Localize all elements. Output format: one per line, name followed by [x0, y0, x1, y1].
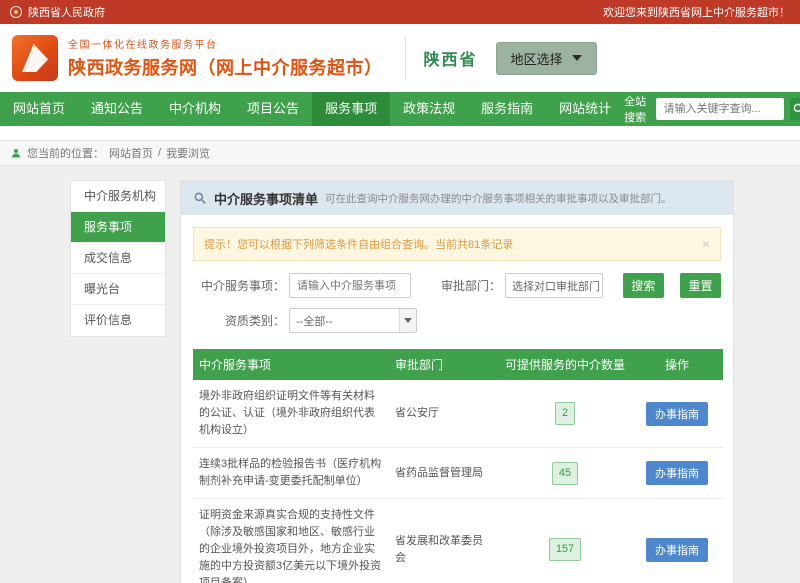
- reset-button[interactable]: 重置: [680, 273, 721, 298]
- guide-button[interactable]: 办事指南: [646, 461, 708, 485]
- search-icon: [792, 102, 800, 116]
- sidebar-item-deals[interactable]: 成交信息: [71, 243, 165, 274]
- main-nav: 网站首页 通知公告 中介机构 项目公告 服务事项 政策法规 服务指南 网站统计 …: [0, 92, 800, 126]
- sidebar-item-agencies[interactable]: 中介服务机构: [71, 181, 165, 212]
- nav-item-stats[interactable]: 网站统计: [546, 92, 624, 126]
- panel-title: 中介服务事项清单: [214, 189, 318, 208]
- service-list-panel: 中介服务事项清单 可在此查询中介服务网办理的中介服务事项相关的审批事项以及审批部…: [180, 180, 734, 583]
- welcome-text: 欢迎您来到陕西省网上中介服务超市！: [603, 4, 790, 20]
- sidebar: 中介服务机构 服务事项 成交信息 曝光台 评价信息: [70, 180, 166, 337]
- gov-portal-link[interactable]: 陕西省人民政府: [10, 4, 105, 20]
- filter-row-2: 资质类别： --全部--: [193, 308, 721, 333]
- breadcrumb-separator: /: [158, 147, 161, 159]
- sidebar-item-reviews[interactable]: 评价信息: [71, 305, 165, 336]
- count-badge: 157: [549, 538, 581, 561]
- region-select-button[interactable]: 地区选择: [496, 42, 597, 75]
- chevron-down-icon: [572, 55, 582, 61]
- category-label: 资质类别：: [193, 312, 285, 329]
- panel-header: 中介服务事项清单 可在此查询中介服务网办理的中介服务事项相关的审批事项以及审批部…: [181, 181, 733, 215]
- filter-form: 中介服务事项： 审批部门： 选择对口审批部门 搜索 重置 资质类别： --全部-…: [181, 273, 733, 345]
- department-cell: 省药品监督管理局: [389, 448, 499, 499]
- guide-button[interactable]: 办事指南: [646, 538, 708, 562]
- breadcrumb-current: 我要浏览: [166, 145, 210, 161]
- department-cell: 省发展和改革委员会: [389, 499, 499, 583]
- site-header: 全国一体化在线政务服务平台 陕西政务服务网（网上中介服务超市） 陕西省 地区选择: [0, 24, 800, 92]
- region-select-label: 地区选择: [511, 49, 563, 68]
- site-title: 陕西政务服务网（网上中介服务超市）: [68, 54, 383, 80]
- column-header-count: 可提供服务的中介数量: [499, 349, 631, 380]
- site-search-label: 全站搜索: [624, 93, 649, 125]
- notice-bar: 提示！您可以根据下列筛选条件自由组合查询。当前共81条记录 ×: [193, 227, 721, 261]
- service-item-cell: 证明资金来源真实合规的支持性文件（除涉及敏感国家和地区、敏感行业的企业境外投资项…: [193, 499, 389, 583]
- notice-text: 提示！您可以根据下列筛选条件自由组合查询。当前共81条记录: [204, 236, 513, 252]
- site-search-input[interactable]: [656, 98, 784, 120]
- category-select-value: --全部--: [290, 313, 339, 329]
- department-label: 审批部门：: [425, 277, 501, 294]
- count-badge: 2: [555, 402, 575, 425]
- user-location-icon: [10, 147, 22, 159]
- column-header-department: 审批部门: [389, 349, 499, 380]
- service-item-cell: 境外非政府组织证明文件等有关材料的公证、认证（境外非政府组织代表机构设立）: [193, 380, 389, 448]
- chevron-down-icon: [404, 318, 412, 323]
- breadcrumb: 您当前的位置： 网站首页 / 我要浏览: [0, 140, 800, 166]
- site-logo: [12, 35, 58, 81]
- table-row: 境外非政府组织证明文件等有关材料的公证、认证（境外非政府组织代表机构设立） 省公…: [193, 380, 723, 448]
- breadcrumb-prefix: 您当前的位置：: [27, 145, 104, 161]
- department-select[interactable]: 选择对口审批部门: [505, 273, 603, 298]
- sidebar-item-exposure[interactable]: 曝光台: [71, 274, 165, 305]
- service-item-input[interactable]: [289, 273, 411, 298]
- search-button[interactable]: 搜索: [623, 273, 664, 298]
- column-header-action: 操作: [631, 349, 723, 380]
- breadcrumb-home-link[interactable]: 网站首页: [109, 145, 153, 161]
- sidebar-item-services[interactable]: 服务事项: [71, 212, 165, 243]
- column-header-item: 中介服务事项: [193, 349, 389, 380]
- nav-item-home[interactable]: 网站首页: [0, 92, 78, 126]
- topbar: 陕西省人民政府 欢迎您来到陕西省网上中介服务超市！: [0, 0, 800, 24]
- nav-item-services[interactable]: 服务事项: [312, 92, 390, 126]
- nav-item-guide[interactable]: 服务指南: [468, 92, 546, 126]
- select-arrow-box: [399, 309, 416, 332]
- nav-item-agencies[interactable]: 中介机构: [156, 92, 234, 126]
- brand-block: 全国一体化在线政务服务平台 陕西政务服务网（网上中介服务超市）: [68, 36, 383, 80]
- table-header-row: 中介服务事项 审批部门 可提供服务的中介数量 操作: [193, 349, 723, 380]
- panel-subtitle: 可在此查询中介服务网办理的中介服务事项相关的审批事项以及审批部门。: [325, 191, 672, 206]
- count-badge: 45: [552, 462, 578, 485]
- filter-row-1: 中介服务事项： 审批部门： 选择对口审批部门 搜索 重置: [193, 273, 721, 298]
- province-name: 陕西省: [424, 46, 478, 70]
- nav-item-policies[interactable]: 政策法规: [390, 92, 468, 126]
- close-icon[interactable]: ×: [702, 237, 710, 251]
- gov-emblem-icon: [10, 6, 22, 18]
- guide-button[interactable]: 办事指南: [646, 402, 708, 426]
- service-item-cell: 连续3批样品的检验报告书（医疗机构制剂补充申请-变更委托配制单位）: [193, 448, 389, 499]
- gov-portal-label: 陕西省人民政府: [28, 4, 105, 20]
- department-select-value: 选择对口审批部门: [506, 278, 603, 294]
- service-table: 中介服务事项 审批部门 可提供服务的中介数量 操作 境外非政府组织证明文件等有关…: [193, 349, 723, 583]
- site-search: 全站搜索: [624, 93, 800, 125]
- header-divider: [405, 36, 406, 80]
- nav-item-projects[interactable]: 项目公告: [234, 92, 312, 126]
- site-search-button[interactable]: [790, 98, 800, 120]
- service-item-label: 中介服务事项：: [193, 277, 285, 294]
- spacer: [0, 126, 800, 140]
- main-content: 中介服务机构 服务事项 成交信息 曝光台 评价信息 中介服务事项清单 可在此查询…: [0, 166, 800, 583]
- platform-line: 全国一体化在线政务服务平台: [68, 36, 383, 51]
- table-row: 证明资金来源真实合规的支持性文件（除涉及敏感国家和地区、敏感行业的企业境外投资项…: [193, 499, 723, 583]
- search-icon: [193, 191, 207, 205]
- department-cell: 省公安厅: [389, 380, 499, 448]
- nav-item-notices[interactable]: 通知公告: [78, 92, 156, 126]
- category-select[interactable]: --全部--: [289, 308, 417, 333]
- table-row: 连续3批样品的检验报告书（医疗机构制剂补充申请-变更委托配制单位） 省药品监督管…: [193, 448, 723, 499]
